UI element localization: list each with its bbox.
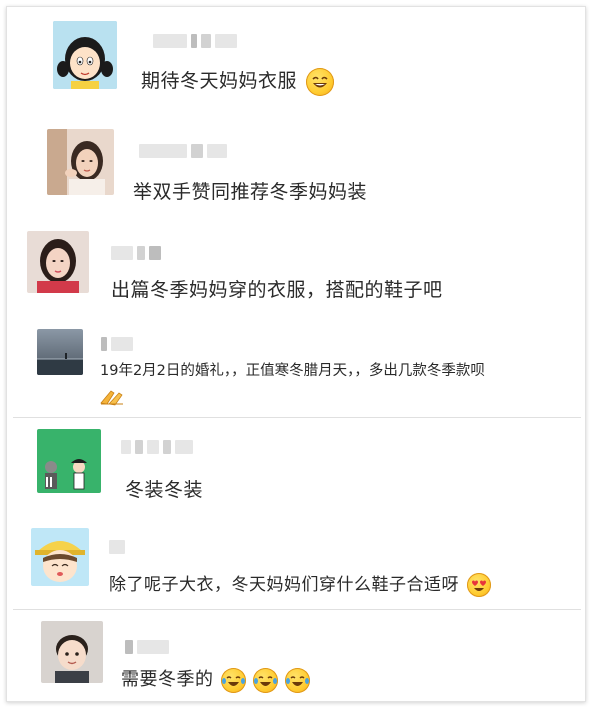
comment-panel: 期待冬天妈妈衣服 举双手赞同推荐冬季妈妈装 出篇冬季妈妈穿的衣服，搭配的鞋子吧 … — [6, 6, 586, 702]
comment-text: 除了呢子大衣，冬天妈妈们穿什么鞋子合适呀 — [109, 570, 491, 597]
laughing-tears-face-icon — [220, 667, 246, 693]
woman-photo-avatar-icon — [47, 129, 114, 195]
comment-text: 举双手赞同推荐冬季妈妈装 — [133, 181, 368, 203]
blurred-nickname — [153, 33, 237, 49]
blurred-nickname — [101, 336, 133, 352]
blurred-nickname — [121, 439, 193, 455]
cartoon-couple-avatar-icon — [37, 429, 101, 493]
cartoon-girl-avatar-icon — [53, 21, 117, 89]
landscape-photo-avatar-icon — [37, 329, 83, 375]
avatar[interactable] — [37, 429, 101, 493]
blurred-nickname — [125, 639, 169, 655]
laughing-tears-face-icon — [252, 667, 278, 693]
comment-text: 期待冬天妈妈衣服 — [141, 66, 334, 96]
divider — [13, 417, 581, 418]
comment-text: 出篇冬季妈妈穿的衣服，搭配的鞋子吧 — [111, 279, 443, 301]
comment-text: 19年2月2日的婚礼，，正值寒冬腊月天，，多出几款冬季款呗 — [100, 363, 485, 379]
comment-text: 冬装冬装 — [125, 479, 204, 501]
blurred-nickname — [139, 143, 227, 159]
divider — [13, 609, 581, 610]
avatar[interactable] — [41, 621, 103, 683]
girl-photo-avatar-icon — [27, 231, 89, 293]
grinning-squint-face-icon — [305, 67, 334, 96]
folded-hands-icon — [99, 387, 125, 411]
cartoon-girl-hat-avatar-icon — [31, 528, 89, 586]
blurred-nickname — [111, 245, 161, 261]
laughing-tears-face-icon — [285, 667, 311, 693]
heart-eyes-face-icon — [466, 573, 491, 597]
avatar[interactable] — [27, 231, 89, 293]
avatar[interactable] — [31, 528, 89, 586]
avatar[interactable] — [37, 329, 83, 375]
child-photo-avatar-icon — [41, 621, 103, 683]
comment-text: 需要冬季的 — [121, 665, 311, 693]
avatar[interactable] — [47, 129, 114, 195]
blurred-nickname — [109, 539, 125, 555]
avatar[interactable] — [53, 21, 117, 89]
